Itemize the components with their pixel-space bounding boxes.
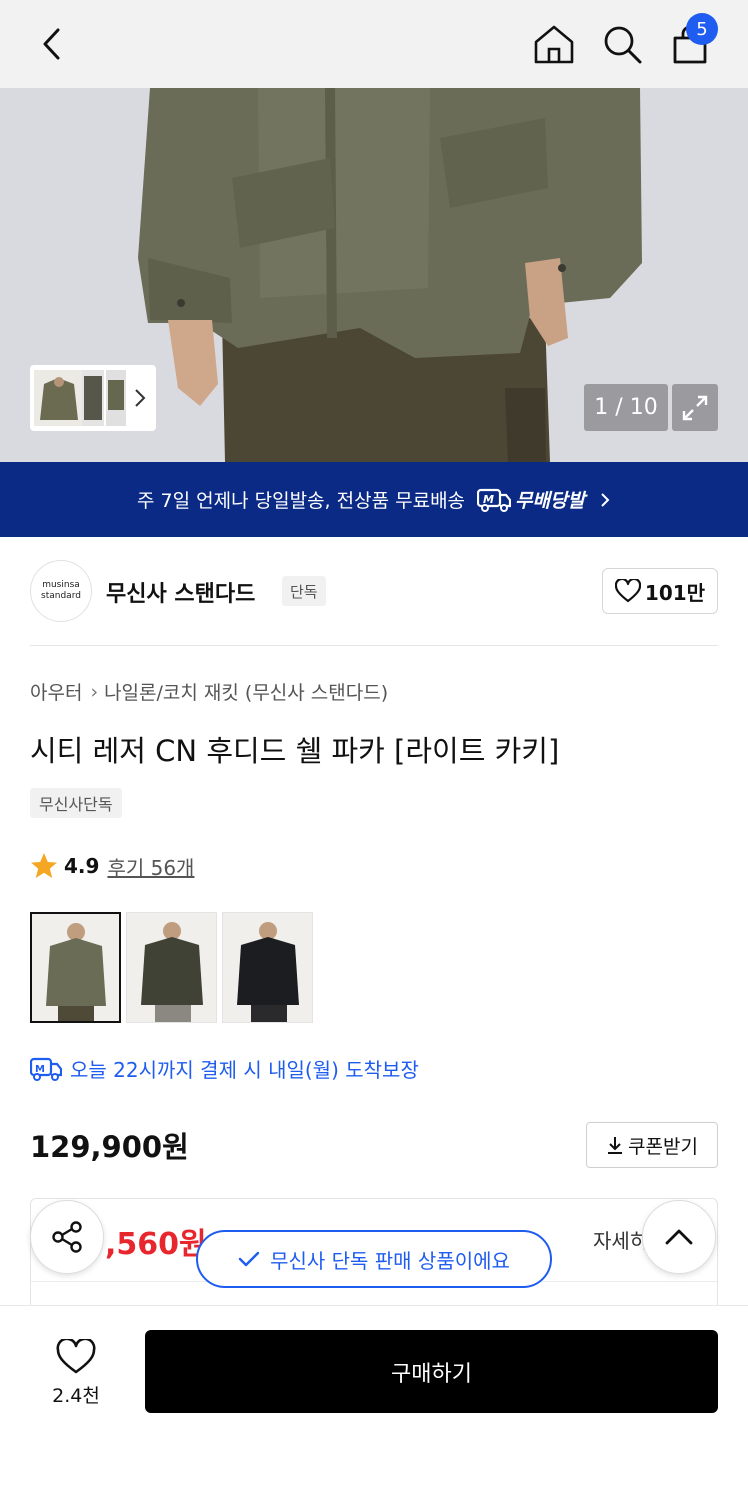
gallery-thumbnail — [34, 370, 126, 426]
rating-row: 4.9 후기 56개 — [30, 848, 194, 884]
download-icon — [608, 1137, 623, 1154]
brand-row: musinsa standard 무신사 스탠다드 단독 101만 — [30, 560, 718, 624]
check-icon — [238, 1251, 260, 1267]
color-option-dark-olive[interactable] — [126, 912, 217, 1023]
search-button[interactable] — [590, 12, 654, 76]
chevron-left-icon — [43, 28, 60, 60]
color-option-black[interactable] — [222, 912, 313, 1023]
gallery-thumbnail-strip[interactable] — [30, 365, 156, 431]
section-divider — [30, 645, 718, 646]
brand-like-count: 101만 — [644, 580, 706, 605]
svg-text:M: M — [483, 493, 494, 506]
benefit-detail-link[interactable]: 자세히 — [593, 1225, 648, 1254]
share-icon — [52, 1221, 82, 1253]
brand-logo[interactable]: musinsa standard — [30, 560, 92, 622]
expand-icon — [682, 395, 708, 420]
chevron-up-icon — [665, 1229, 693, 1245]
top-navigation-bar: 5 — [0, 0, 748, 88]
search-icon — [604, 26, 642, 64]
delivery-banner[interactable]: 주 7일 언제나 당일발송, 전상품 무료배송 M 무배당발 — [0, 462, 748, 537]
benefit-price: ,560원 — [105, 1227, 207, 1262]
color-options — [30, 912, 313, 1023]
brand-logo-line1: musinsa — [42, 580, 80, 590]
svg-text:M: M — [35, 1064, 45, 1075]
expand-image-button[interactable] — [672, 384, 718, 431]
review-count-link[interactable]: 후기 56개 — [107, 852, 194, 881]
breadcrumb: 아우터 › 나일론/코치 재킷 (무신사 스탠다드) — [30, 678, 388, 705]
wishlist-button[interactable]: 2.4천 — [30, 1328, 122, 1418]
bottom-action-bar: 2.4천 구매하기 — [0, 1305, 748, 1500]
delivery-truck-icon: M — [30, 1057, 62, 1081]
coupon-button[interactable]: 쿠폰받기 — [586, 1122, 718, 1168]
color-option-light-khaki[interactable] — [30, 912, 121, 1023]
home-button[interactable] — [522, 12, 586, 76]
delivery-banner-text: 주 7일 언제나 당일발송, 전상품 무료배송 — [137, 490, 466, 512]
brand-exclusive-tag: 단독 — [282, 576, 326, 606]
coupon-label: 쿠폰받기 — [628, 1135, 698, 1158]
breadcrumb-item-subcategory[interactable]: 나일론/코치 재킷 (무신사 스탠다드) — [104, 678, 388, 705]
delivery-brand-label: 무배당발 — [515, 490, 585, 512]
brand-name[interactable]: 무신사 스탠다드 — [106, 576, 255, 608]
star-icon — [31, 853, 57, 878]
brand-logo-line2: standard — [41, 591, 81, 601]
breadcrumb-separator-icon: › — [90, 680, 99, 703]
toast-text: 무신사 단독 판매 상품이에요 — [270, 1248, 510, 1273]
rating-score: 4.9 — [64, 854, 100, 878]
back-button[interactable] — [20, 12, 84, 76]
arrival-guarantee: M 오늘 22시까지 결제 시 내일(월) 도착보장 — [30, 1054, 419, 1083]
scroll-to-top-button[interactable] — [642, 1200, 716, 1274]
delivery-truck-icon: M — [477, 488, 512, 512]
exclusive-tag: 무신사단독 — [30, 788, 122, 818]
brand-like-button[interactable]: 101만 — [602, 568, 718, 614]
home-icon — [534, 25, 574, 64]
breadcrumb-item-category[interactable]: 아우터 — [30, 678, 82, 705]
product-title: 시티 레저 CN 후디드 쉘 파카 [라이트 카키] — [30, 734, 560, 768]
delivery-brand: M 무배당발 — [477, 486, 585, 513]
chevron-right-icon — [601, 492, 610, 507]
heart-icon — [614, 579, 641, 603]
cart-count-badge: 5 — [686, 13, 718, 45]
arrival-text: 오늘 22시까지 결제 시 내일(월) 도착보장 — [70, 1058, 419, 1082]
buy-button[interactable]: 구매하기 — [145, 1330, 718, 1413]
wishlist-count: 2.4천 — [52, 1384, 100, 1407]
share-button[interactable] — [30, 1200, 104, 1274]
heart-icon — [56, 1338, 96, 1373]
chevron-right-icon — [135, 389, 146, 407]
exclusive-toast: 무신사 단독 판매 상품이에요 — [196, 1230, 552, 1288]
product-price: 129,900원 — [30, 1130, 189, 1164]
image-counter: 1 / 10 — [584, 384, 668, 431]
